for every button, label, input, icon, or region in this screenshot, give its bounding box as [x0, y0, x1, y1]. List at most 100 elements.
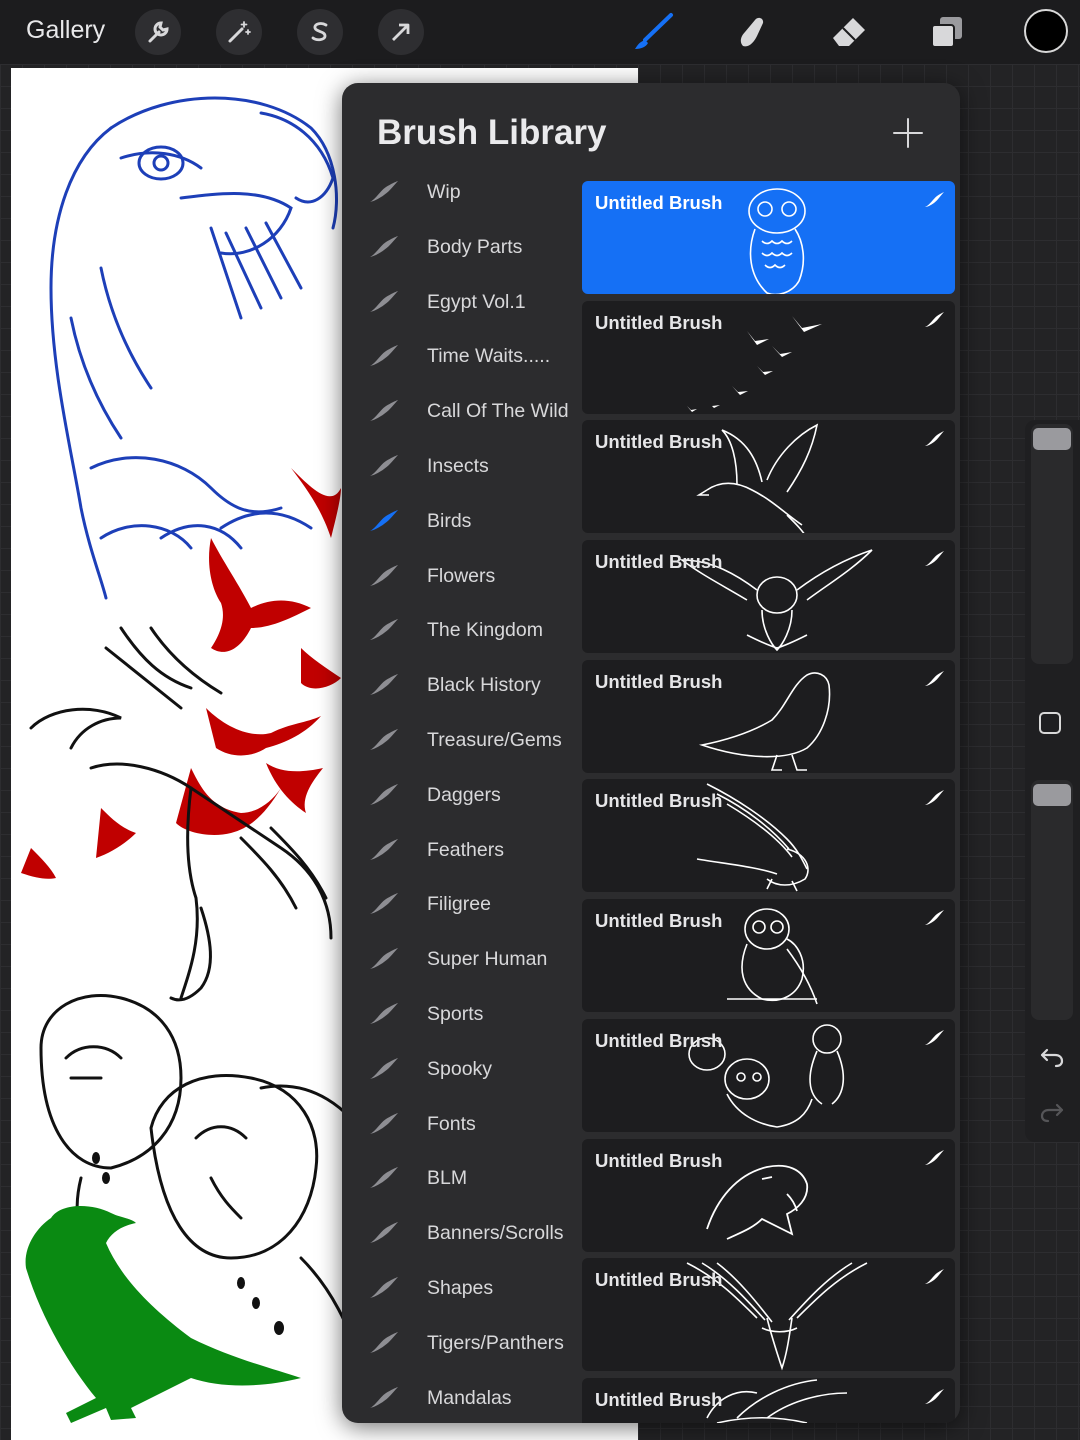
opacity-thumb[interactable] — [1033, 784, 1071, 806]
brush-set-item[interactable]: Sports — [342, 988, 582, 1043]
brush-size-thumb[interactable] — [1033, 428, 1071, 450]
brush-settings-icon[interactable] — [923, 430, 945, 448]
brush-set-label: Black History — [427, 674, 541, 697]
brush-card[interactable]: Untitled Brush — [582, 181, 955, 294]
brush-set-item[interactable]: Filigree — [342, 878, 582, 933]
brush-tool-button[interactable] — [628, 8, 678, 56]
brush-name: Untitled Brush — [595, 1029, 723, 1051]
brush-name: Untitled Brush — [595, 192, 723, 213]
brush-settings-icon[interactable] — [923, 909, 945, 927]
brush-set-item[interactable]: Tigers/Panthers — [342, 1317, 582, 1372]
brush-card[interactable]: Untitled Brush — [582, 420, 955, 534]
brush-set-item[interactable]: Feathers — [342, 824, 582, 879]
brush-stroke-icon — [370, 564, 398, 586]
brush-card[interactable]: Untitled Brush — [582, 659, 955, 773]
brush-name: Untitled Brush — [595, 670, 723, 692]
brush-set-item[interactable]: BLM — [342, 1152, 582, 1207]
brush-set-label: Daggers — [427, 783, 501, 806]
brush-set-item[interactable]: Fonts — [342, 1098, 582, 1153]
brush-set-item[interactable]: Banners/Scrolls — [342, 1207, 582, 1262]
brush-set-item[interactable]: The Kingdom — [342, 604, 582, 659]
brush-stroke-icon — [370, 1222, 398, 1244]
plus-icon[interactable] — [890, 115, 926, 151]
brush-settings-icon[interactable] — [923, 670, 945, 688]
brush-name: Untitled Brush — [595, 790, 723, 812]
brush-set-item[interactable]: Shapes — [342, 1262, 582, 1317]
brush-card[interactable]: Untitled Brush — [582, 1258, 955, 1372]
undo-button[interactable] — [1037, 1043, 1067, 1073]
brush-card[interactable]: Untitled Brush — [582, 1377, 955, 1423]
brush-settings-icon[interactable] — [923, 1029, 945, 1047]
brush-set-label: Shapes — [427, 1276, 494, 1299]
brush-stroke-icon — [370, 235, 398, 257]
brush-card[interactable]: Untitled Brush — [582, 1138, 955, 1252]
color-picker-button[interactable] — [1024, 9, 1068, 53]
brush-set-label: Spooky — [427, 1057, 493, 1080]
brush-set-item[interactable]: Egypt Vol.1 — [342, 276, 582, 331]
brush-set-label: Time Waits..... — [427, 345, 551, 368]
brush-settings-icon[interactable] — [923, 1149, 945, 1167]
gallery-button[interactable]: Gallery — [26, 16, 105, 45]
smudge-tool-button[interactable] — [726, 8, 776, 56]
brush-stroke-icon — [370, 838, 398, 860]
brush-set-item[interactable]: Super Human — [342, 933, 582, 988]
brush-set-item[interactable]: Flowers — [342, 550, 582, 605]
layers-icon — [931, 17, 962, 48]
brush-settings-icon[interactable] — [923, 311, 945, 329]
brush-set-label: Fonts — [427, 1112, 476, 1135]
brush-set-item[interactable]: Birds — [342, 495, 582, 550]
selection-button[interactable] — [297, 9, 343, 55]
brush-settings-icon[interactable] — [923, 789, 945, 807]
brush-set-label: Insects — [427, 454, 489, 477]
opacity-slider[interactable] — [1031, 780, 1073, 1020]
brush-stroke-icon — [370, 893, 398, 915]
brush-set-item[interactable]: Call Of The Wild — [342, 385, 582, 440]
brush-set-label: Flowers — [427, 564, 496, 587]
brush-stroke-icon — [370, 509, 398, 531]
brush-settings-icon[interactable] — [923, 1268, 945, 1286]
brush-set-label: Egypt Vol.1 — [427, 290, 526, 313]
layers-button[interactable] — [922, 8, 972, 56]
brush-name: Untitled Brush — [595, 1149, 723, 1171]
brush-card[interactable]: Untitled Brush — [582, 1018, 955, 1132]
actions-button[interactable] — [135, 9, 181, 55]
brush-set-label: Call Of The Wild — [427, 400, 569, 423]
brush-stroke-icon — [370, 345, 398, 367]
brush-stroke-icon — [370, 1386, 398, 1408]
brush-set-item[interactable]: Body Parts — [342, 221, 582, 276]
brush-card[interactable]: Untitled Brush — [582, 899, 955, 1013]
transform-arrow-icon — [392, 23, 410, 41]
top-toolbar: Gallery — [0, 0, 1080, 64]
redo-button[interactable] — [1037, 1098, 1067, 1128]
brush-set-item[interactable]: Wip — [342, 166, 582, 221]
wrench-icon — [148, 21, 169, 43]
brush-icon — [635, 13, 673, 49]
brush-set-item[interactable]: Mandalas — [342, 1372, 582, 1423]
brush-size-slider[interactable] — [1031, 424, 1073, 664]
adjustments-button[interactable] — [216, 9, 262, 55]
smudge-icon — [740, 17, 764, 47]
brush-set-item[interactable]: Spooky — [342, 1043, 582, 1098]
brush-settings-icon[interactable] — [923, 191, 945, 209]
modify-button[interactable] — [1039, 712, 1061, 734]
brush-set-item[interactable]: Black History — [342, 659, 582, 714]
brush-settings-icon[interactable] — [923, 1388, 945, 1406]
brush-card[interactable]: Untitled Brush — [582, 779, 955, 893]
brush-set-item[interactable]: Daggers — [342, 769, 582, 824]
brush-card[interactable]: Untitled Brush — [582, 300, 955, 414]
brush-set-item[interactable]: Insects — [342, 440, 582, 495]
brush-name: Untitled Brush — [595, 431, 723, 453]
brush-card[interactable]: Untitled Brush — [582, 540, 955, 654]
brush-stroke-icon — [370, 948, 398, 970]
brush-stroke-icon — [370, 454, 398, 476]
brush-set-label: Body Parts — [427, 235, 523, 258]
eraser-tool-button[interactable] — [824, 8, 874, 56]
brush-set-label: Mandalas — [427, 1386, 512, 1409]
brush-stroke-icon — [370, 783, 398, 805]
brush-settings-icon[interactable] — [923, 550, 945, 568]
brush-set-item[interactable]: Time Waits..... — [342, 330, 582, 385]
transform-button[interactable] — [378, 9, 424, 55]
magic-wand-icon — [228, 21, 251, 43]
brush-set-label: Filigree — [427, 893, 491, 916]
brush-set-item[interactable]: Treasure/Gems — [342, 714, 582, 769]
